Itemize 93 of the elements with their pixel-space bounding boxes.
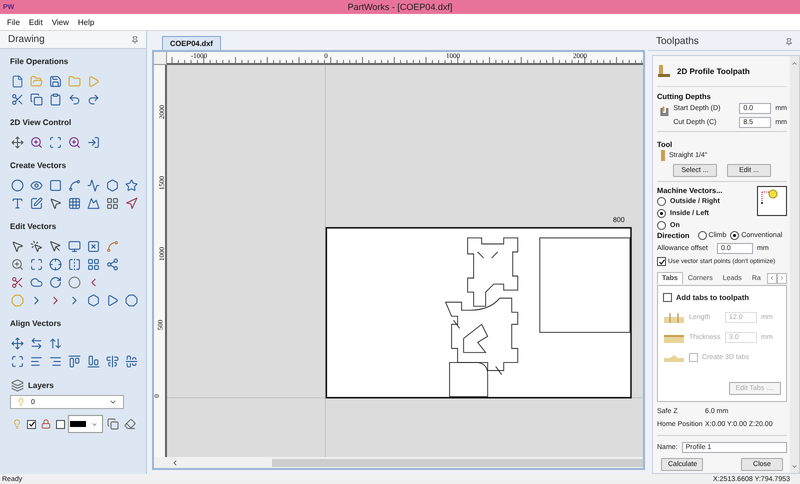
circle-icon[interactable] <box>10 178 24 192</box>
radio-button[interactable] <box>730 231 740 240</box>
scrollbar-thumb[interactable] <box>272 458 643 466</box>
section-title: Edit Vectors <box>10 222 58 231</box>
check-icon <box>28 421 34 427</box>
polygon-icon[interactable] <box>105 178 119 192</box>
monitor-icon[interactable] <box>67 239 81 253</box>
triangle-icon[interactable] <box>105 293 119 307</box>
enter-icon[interactable] <box>86 135 100 149</box>
lock-icon <box>39 417 53 431</box>
color-picker[interactable] <box>68 415 103 433</box>
rounded-shape-icon[interactable] <box>124 293 138 307</box>
center-align-icon[interactable] <box>10 336 24 350</box>
text-frame-icon[interactable] <box>29 196 43 210</box>
node-curve-icon[interactable] <box>105 239 119 253</box>
align-top-icon[interactable] <box>67 354 81 368</box>
checkbox[interactable] <box>663 293 672 302</box>
align-bottom-icon[interactable] <box>86 354 100 368</box>
vertical-align-icon[interactable] <box>48 336 62 350</box>
undo-icon[interactable] <box>67 92 81 106</box>
arrowhead-icon[interactable] <box>124 196 138 210</box>
checkbox[interactable] <box>56 420 65 428</box>
trim-icon[interactable] <box>10 275 24 289</box>
menu-item[interactable]: Help <box>76 18 96 26</box>
cursor-icon[interactable] <box>48 239 62 253</box>
array-icon[interactable] <box>105 196 119 210</box>
tab-3d-icon <box>663 354 685 362</box>
vertical-scrollbar[interactable] <box>790 56 799 473</box>
pointer-icon[interactable] <box>48 196 62 210</box>
tab-diagram-icon <box>663 312 685 324</box>
align-center-icon[interactable] <box>10 354 24 368</box>
cloud-icon[interactable] <box>29 275 43 289</box>
horizontal-scrollbar[interactable] <box>154 457 643 468</box>
node-pointer-icon[interactable] <box>29 239 43 253</box>
radio-button[interactable] <box>657 196 666 206</box>
hexagon-icon[interactable] <box>86 293 100 307</box>
curve-icon[interactable] <box>67 178 81 192</box>
zigzag-icon[interactable] <box>86 178 100 192</box>
menu-item[interactable]: View <box>50 18 70 26</box>
layer-manager-icon[interactable] <box>106 417 120 431</box>
mountain-icon[interactable] <box>86 196 100 210</box>
radio-button[interactable] <box>698 231 707 240</box>
toolpath-preview <box>757 186 787 216</box>
window-title: PartWorks - [COEP04.dxf] <box>348 2 452 12</box>
nodes-icon[interactable] <box>105 257 119 271</box>
text-icon[interactable] <box>10 196 24 210</box>
mirror-icon[interactable] <box>67 257 81 271</box>
new-file-icon[interactable] <box>10 74 24 88</box>
eraser-icon[interactable] <box>123 417 137 431</box>
rectangle-icon[interactable] <box>48 178 62 192</box>
grid-blocks-icon[interactable] <box>86 257 100 271</box>
save-icon[interactable] <box>48 74 62 88</box>
toolpath-icon <box>657 64 671 78</box>
radio-button[interactable] <box>657 208 666 218</box>
section-title: Align Vectors <box>10 319 62 328</box>
redo-icon[interactable] <box>86 92 100 106</box>
search-icon[interactable] <box>10 257 24 271</box>
checkbox[interactable] <box>27 420 36 428</box>
rotate-icon[interactable] <box>48 275 62 289</box>
center-vertical-icon[interactable] <box>124 354 138 368</box>
panel-title: Drawing <box>8 34 45 45</box>
check-icon <box>658 258 664 265</box>
zoom-fit-icon[interactable] <box>48 135 62 149</box>
section-title: Layers <box>28 380 54 390</box>
section-title: Create Vectors <box>10 161 68 170</box>
magnifier-icon[interactable] <box>67 135 81 149</box>
checkbox[interactable] <box>657 257 666 266</box>
align-left-icon[interactable] <box>29 354 43 368</box>
panel-title: Toolpaths <box>656 36 699 47</box>
small-circle-icon[interactable] <box>67 275 81 289</box>
menu-item[interactable]: Edit <box>28 18 44 26</box>
zoom-icon[interactable] <box>29 135 43 149</box>
close-square-icon[interactable] <box>86 239 100 253</box>
toolpath-heading: 2D Profile Toolpath <box>677 66 750 76</box>
section-title: File Operations <box>10 57 70 66</box>
center-horizontal-icon[interactable] <box>105 354 119 368</box>
star-icon[interactable] <box>124 178 138 192</box>
section-title: 2D View Control <box>10 118 72 127</box>
copy-icon[interactable] <box>29 92 43 106</box>
scale-icon[interactable] <box>29 257 43 271</box>
align-right-icon[interactable] <box>48 354 62 368</box>
radio-button[interactable] <box>657 220 666 230</box>
tool-bit-icon <box>661 150 665 162</box>
horizontal-align-icon[interactable] <box>29 336 43 350</box>
color-swatch <box>70 421 86 427</box>
layers-icon <box>10 378 24 392</box>
select-pointer-icon[interactable] <box>10 239 24 253</box>
crosshair-icon[interactable] <box>48 257 62 271</box>
paste-icon[interactable] <box>48 92 62 106</box>
grid-icon[interactable] <box>67 196 81 210</box>
cut-icon[interactable] <box>10 92 24 106</box>
four-arrows-icon[interactable] <box>10 135 24 149</box>
menu-item[interactable]: File <box>6 18 21 26</box>
